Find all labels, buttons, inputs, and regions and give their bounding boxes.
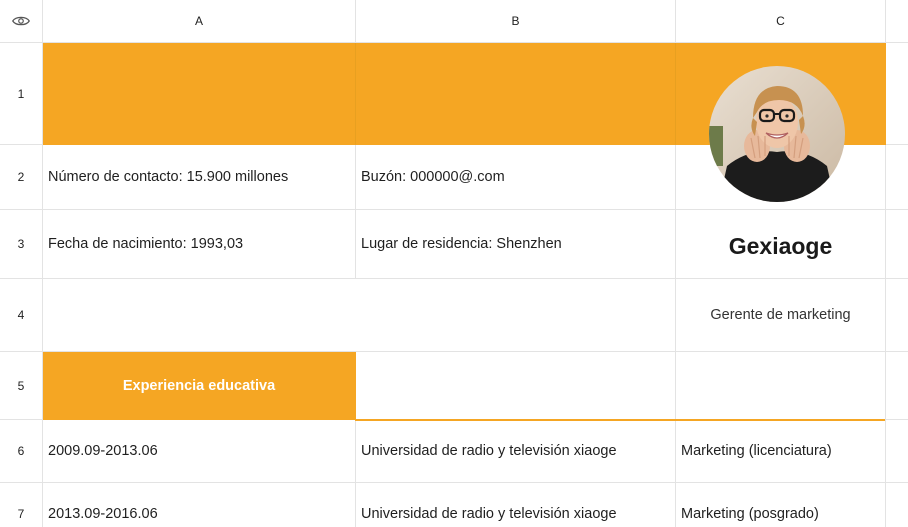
cell-a6[interactable]: 2009.09-2013.06 [43, 420, 356, 483]
cell-a3[interactable]: Fecha de nacimiento: 1993,03 [43, 210, 356, 279]
cell-a2[interactable]: Número de contacto: 15.900 millones [43, 145, 356, 210]
column-header-b[interactable]: B [356, 0, 676, 43]
column-header-a[interactable]: A [43, 0, 356, 43]
eye-icon [12, 16, 30, 26]
cell-d3[interactable] [886, 210, 908, 279]
profile-name: Gexiaoge [728, 232, 833, 259]
row-header-2[interactable]: 2 [0, 145, 43, 210]
cell-c6[interactable]: Marketing (licenciatura) [676, 420, 886, 483]
profile-photo[interactable] [709, 66, 845, 202]
cell-d7[interactable] [886, 483, 908, 527]
visibility-toggle[interactable] [0, 0, 43, 43]
education-section-label: Experiencia educativa [122, 377, 276, 394]
cell-d2[interactable] [886, 145, 908, 210]
cell-d6[interactable] [886, 420, 908, 483]
spreadsheet: A B C 1 2 Número de contacto: 15.900 mil… [0, 0, 908, 527]
cell-d5[interactable] [886, 352, 908, 420]
row-header-5[interactable]: 5 [0, 352, 43, 420]
column-header-c[interactable]: C [676, 0, 886, 43]
cell-b1[interactable] [356, 43, 676, 145]
cell-a4-merged[interactable] [43, 279, 676, 352]
cell-c7[interactable]: Marketing (posgrado) [676, 483, 886, 527]
cell-c3[interactable]: Gexiaoge [676, 210, 886, 279]
cell-b3[interactable]: Lugar de residencia: Shenzhen [356, 210, 676, 279]
row-header-4[interactable]: 4 [0, 279, 43, 352]
profile-role: Gerente de marketing [710, 307, 851, 323]
cell-a7[interactable]: 2013.09-2016.06 [43, 483, 356, 527]
cell-a1[interactable] [43, 43, 356, 145]
cell-b5[interactable] [356, 352, 676, 420]
cell-b2[interactable]: Buzón: 000000@.com [356, 145, 676, 210]
cell-a5[interactable]: Experiencia educativa [43, 352, 356, 420]
row-header-7[interactable]: 7 [0, 483, 43, 527]
row-header-3[interactable]: 3 [0, 210, 43, 279]
cell-c5[interactable] [676, 352, 886, 420]
section-divider [355, 419, 885, 421]
row-header-6[interactable]: 6 [0, 420, 43, 483]
cell-b7[interactable]: Universidad de radio y televisión xiaoge [356, 483, 676, 527]
cell-d1[interactable] [886, 43, 908, 145]
cell-d4[interactable] [886, 279, 908, 352]
column-header-d[interactable] [886, 0, 908, 43]
cell-b6[interactable]: Universidad de radio y televisión xiaoge [356, 420, 676, 483]
row-header-1[interactable]: 1 [0, 43, 43, 145]
cell-c4[interactable]: Gerente de marketing [676, 279, 886, 352]
